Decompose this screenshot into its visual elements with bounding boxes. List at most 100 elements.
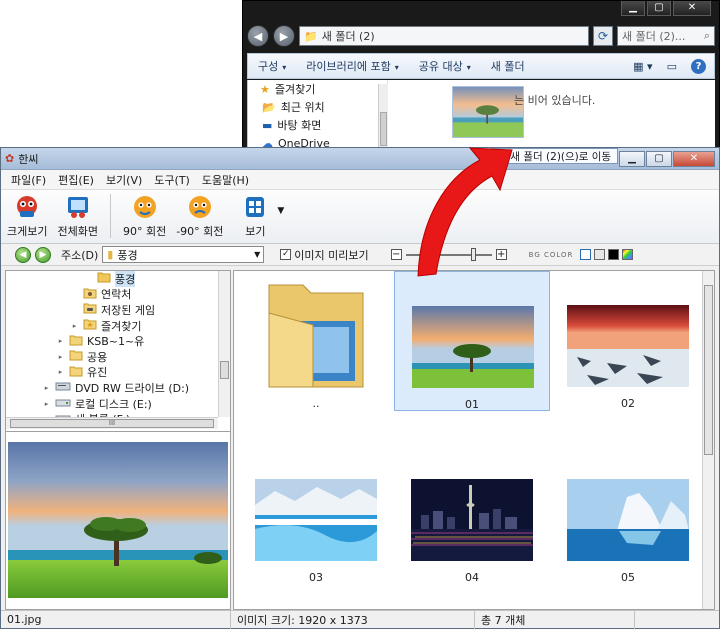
thumbnail-item[interactable]: 05 — [550, 445, 706, 585]
refresh-icon[interactable]: ⟳ — [593, 26, 613, 46]
rotate-cw-label: 90° 회전 — [122, 225, 167, 238]
thumbnail-label: 04 — [465, 571, 479, 584]
address-toolbar: ◀ ▶ 주소(D) ▮ 풍경 ▼ ✓ 이미지 미리보기 − + BG COLOR — [1, 244, 719, 266]
tree-item[interactable]: ▸ DVD RW 드라이브 (D:) — [6, 380, 218, 396]
drag-tooltip-text: 새 폴더 (2)(으)로 이동 — [510, 150, 612, 163]
menu-edit[interactable]: 편집(E) — [58, 172, 94, 188]
drag-drop-tooltip: ➔ 새 폴더 (2)(으)로 이동 — [491, 148, 619, 164]
enlarge-view-button[interactable]: 크게보기 — [5, 194, 49, 239]
rotate-cw-icon — [131, 194, 159, 220]
thumbnail-image — [411, 479, 533, 561]
thumbnail-label: 01 — [465, 398, 479, 411]
image-preview-checkbox[interactable]: ✓ 이미지 미리보기 — [280, 247, 369, 263]
tree-item-label: 저장된 게임 — [101, 303, 156, 317]
swatch-custom[interactable] — [622, 249, 634, 260]
thumbnail-label: .. — [312, 397, 320, 410]
menu-tools[interactable]: 도구(T) — [154, 172, 190, 188]
thumbnail-item[interactable]: 01 — [394, 271, 550, 411]
checkbox-checked-icon: ✓ — [280, 249, 292, 260]
zoom-slider-knob[interactable] — [471, 247, 477, 261]
move-arrow-icon: ➔ — [498, 150, 507, 162]
share-with-menu[interactable]: 공유 대상 ▾ — [419, 58, 471, 74]
toolbar-more-icon[interactable]: ▼ — [277, 194, 284, 216]
fullscreen-icon — [64, 194, 92, 220]
tree-item[interactable]: 연락처 — [6, 287, 218, 303]
nav-item-favorites[interactable]: ★ 즐겨찾기 — [248, 80, 387, 98]
back-nav-icon[interactable]: ◀ — [15, 246, 31, 263]
zoom-slider[interactable] — [405, 247, 492, 261]
scroll-grip[interactable]: III — [10, 419, 214, 428]
minimize-button[interactable]: ▁ — [621, 1, 645, 16]
explorer-nav-pane: ★ 즐겨찾기 📂 최근 위치 ▬ 바탕 화면 ☁ OneDrive — [248, 80, 388, 151]
thumbnail-item[interactable]: .. — [238, 271, 394, 411]
tree-item-label: 공용 — [87, 350, 108, 364]
explorer-search-input[interactable]: 새 폴더 (2)... ⌕ — [617, 26, 715, 46]
status-bar: 01.jpg 이미지 크기: 1920 x 1373 총 7 개체 — [1, 610, 719, 629]
include-in-library-menu[interactable]: 라이브러리에 포함 ▾ — [306, 58, 398, 74]
expand-arrow-icon[interactable]: ▸ — [42, 384, 51, 392]
thumbnail-item[interactable]: 04 — [394, 445, 550, 585]
swatch-gray[interactable] — [594, 249, 606, 260]
expand-arrow-icon[interactable]: ▸ — [56, 337, 65, 345]
expand-arrow-icon[interactable]: ▸ — [70, 322, 79, 330]
tree-item[interactable]: ▸ KSB~1~유 — [6, 333, 218, 349]
thumbnail-zoom-control: − + — [390, 247, 507, 261]
window-title: 한씨 — [18, 152, 39, 166]
expand-arrow-icon[interactable]: ▸ — [56, 368, 65, 376]
new-folder-button[interactable]: 새 폴더 — [491, 58, 525, 74]
folder-icon: ▮ — [107, 248, 114, 261]
swatch-black[interactable] — [608, 249, 620, 260]
rotate-ccw-button[interactable]: -90° 회전 — [174, 194, 225, 239]
explorer-nav-scrollbar[interactable] — [378, 84, 388, 151]
tree-item[interactable]: ▸ 유진 — [6, 365, 218, 381]
tree-item-label: 연락처 — [101, 288, 132, 302]
status-image-size: 이미지 크기: 1920 x 1373 — [231, 610, 475, 629]
organize-menu[interactable]: 구성 ▾ — [258, 58, 286, 74]
swatch-white[interactable] — [580, 249, 592, 260]
view-mode-button[interactable]: 보기 — [239, 194, 271, 239]
thumbnail-label: 05 — [621, 571, 635, 584]
expand-arrow-icon[interactable]: ▸ — [56, 353, 65, 361]
left-panel: 풍경 연락처 저장된 게임 ▸ 즐겨찾기 ▸ KSB~1~유 ▸ 공용 ▸ 유진 ▸ DVD RW 드라… — [5, 270, 231, 610]
expand-arrow-icon[interactable]: ▸ — [42, 400, 51, 408]
star-icon: ★ — [260, 82, 270, 96]
address-combobox[interactable]: ▮ 풍경 ▼ — [102, 246, 265, 263]
help-icon[interactable]: ? — [691, 58, 706, 74]
thumbnail-label: 03 — [309, 571, 323, 584]
thumbnail-item[interactable]: 03 — [238, 445, 394, 585]
thumbnail-image — [567, 479, 689, 561]
rotate-cw-button[interactable]: 90° 회전 — [121, 194, 168, 239]
nav-item-recent[interactable]: 📂 최근 위치 — [248, 98, 387, 116]
maximize-button[interactable]: ▢ — [647, 1, 671, 16]
app-minimize-button[interactable]: ▁ — [619, 150, 645, 167]
tree-item[interactable]: ▸ 즐겨찾기 — [6, 318, 218, 334]
forward-nav-icon[interactable]: ▶ — [35, 246, 51, 263]
tree-item[interactable]: ▸ 로컬 디스크 (E:) — [6, 396, 218, 412]
explorer-address-text: 새 폴더 (2) — [321, 30, 375, 43]
tree-item[interactable]: 풍경 — [6, 271, 218, 287]
thumbnail-item[interactable]: 02 — [550, 271, 706, 411]
menu-help[interactable]: 도움말(H) — [202, 172, 249, 188]
forward-icon[interactable]: ▶ — [273, 25, 295, 47]
back-icon[interactable]: ◀ — [247, 25, 269, 47]
folder-tree: 풍경 연락처 저장된 게임 ▸ 즐겨찾기 ▸ KSB~1~유 ▸ 공용 ▸ 유진 ▸ DVD RW 드라… — [6, 271, 218, 417]
zoom-in-button[interactable]: + — [495, 249, 507, 260]
app-maximize-button[interactable]: ▢ — [646, 150, 672, 167]
view-options-icon[interactable]: ▦ ▾ — [633, 60, 652, 73]
explorer-address-row: ◀ ▶ 📁 새 폴더 (2) ⟳ 새 폴더 (2)... ⌕ — [247, 23, 715, 49]
tree-item[interactable]: 저장된 게임 — [6, 302, 218, 318]
explorer-address-bar[interactable]: 📁 새 폴더 (2) — [299, 26, 589, 46]
preview-pane-icon[interactable]: ▭ — [667, 60, 677, 73]
close-button[interactable]: ✕ — [673, 1, 711, 16]
nav-item-desktop[interactable]: ▬ 바탕 화면 — [248, 116, 387, 134]
app-close-button[interactable]: ✕ — [673, 150, 715, 167]
tree-item[interactable]: ▸ 공용 — [6, 349, 218, 365]
fullscreen-button[interactable]: 전체화면 — [55, 194, 99, 239]
tree-item-label: 즐겨찾기 — [101, 319, 142, 333]
menu-file[interactable]: 파일(F) — [11, 172, 46, 188]
zoom-out-button[interactable]: − — [390, 249, 402, 260]
explorer-caption-buttons: ▁ ▢ ✕ — [621, 1, 711, 16]
tree-horizontal-scrollbar[interactable]: III — [6, 417, 218, 429]
menu-view[interactable]: 보기(V) — [106, 172, 142, 188]
tree-vertical-scrollbar[interactable] — [218, 271, 230, 417]
